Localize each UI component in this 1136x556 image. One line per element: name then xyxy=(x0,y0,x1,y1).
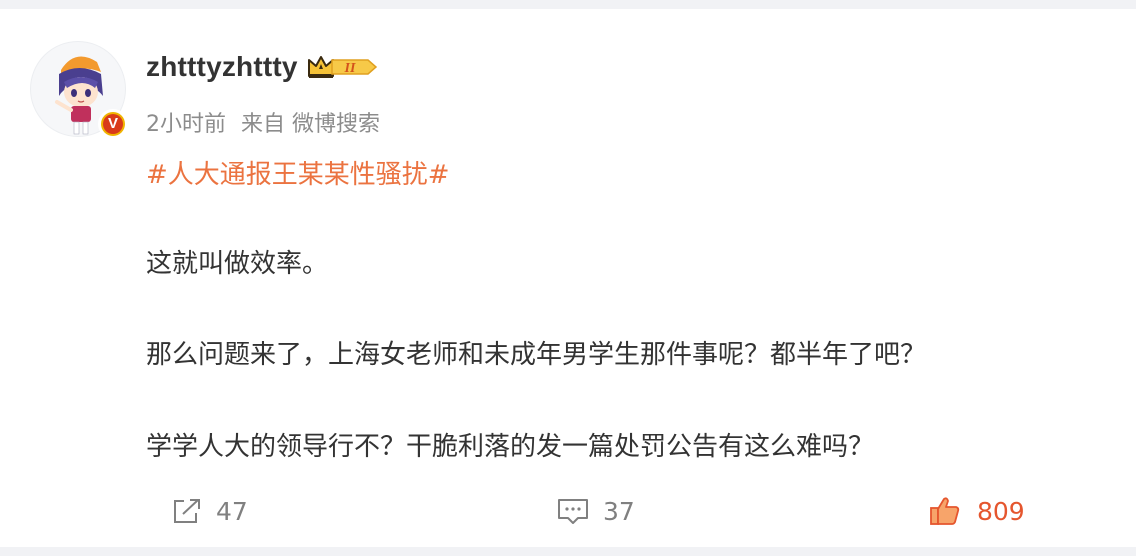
feed-separator xyxy=(0,547,1136,556)
like-count: 809 xyxy=(977,496,1025,526)
repost-count: 47 xyxy=(216,496,248,526)
username[interactable]: zhtttyzhttty xyxy=(146,51,298,83)
post-actions: 47 37 809 xyxy=(0,491,1136,531)
post-paragraph-1: 这就叫做效率。 xyxy=(146,249,329,279)
post-paragraph-2: 那么问题来了，上海女老师和未成年男学生那件事呢？都半年了吧？ xyxy=(146,340,927,370)
thumbs-up-icon xyxy=(930,497,960,525)
post-meta: 2小时前 来自 微博搜索 xyxy=(146,106,388,138)
repost-icon xyxy=(174,499,200,523)
verified-badge: V xyxy=(98,109,128,139)
like-button[interactable]: 809 xyxy=(929,491,1025,531)
username-row: zhtttyzhttty II xyxy=(146,49,378,85)
topic-link[interactable]: #人大通报王某某性骚扰# xyxy=(146,157,1046,193)
member-level: II xyxy=(343,61,355,76)
comment-button[interactable]: 37 xyxy=(557,491,635,531)
verified-badge-letter: V xyxy=(103,114,123,134)
comment-icon xyxy=(558,499,588,524)
post-paragraph-3: 学学人大的领导行不？干脆利落的发一篇处罚公告有这么难吗？ xyxy=(146,432,875,462)
avatar-container[interactable]: V xyxy=(30,41,128,139)
crown-icon: II xyxy=(307,56,377,78)
post-card: V zhtttyzhttty II 2小时前 来自 微博搜索 #人大通报王某某性… xyxy=(0,9,1136,547)
repost-button[interactable]: 47 xyxy=(172,491,248,531)
post-time[interactable]: 2小时前 xyxy=(146,112,226,137)
member-badge[interactable]: II xyxy=(306,52,378,82)
post-source: 来自 微博搜索 xyxy=(241,112,380,137)
post-content: #人大通报王某某性骚扰# 这就叫做效率。 那么问题来了，上海女老师和未成年男学生… xyxy=(146,157,1046,462)
comment-count: 37 xyxy=(603,496,635,526)
